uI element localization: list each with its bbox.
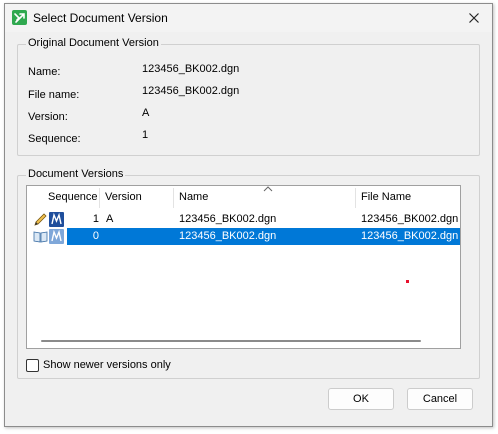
title-bar[interactable]: Select Document Version [5,4,492,32]
book-icon [33,231,48,243]
microstation-icon [49,229,64,244]
file-name-label: File name: [28,89,80,101]
column-header-sequence[interactable]: Sequence [43,186,99,210]
sequence-label: Sequence: [28,133,81,145]
marker-dot [406,280,409,283]
table-row[interactable]: 1 A 123456_BK002.dgn 123456_BK002.dgn [27,211,460,228]
show-newer-versions-checkbox[interactable] [26,359,39,372]
column-header-file-name[interactable]: File Name [356,186,461,210]
original-version-legend: Original Document Version [26,37,161,49]
versions-list[interactable]: Sequence Version Name File Name 1 A 1234… [26,185,461,349]
window-title: Select Document Version [33,11,168,25]
name-value: 123456_BK002.dgn [142,63,240,75]
document-versions-legend: Document Versions [26,168,126,180]
cancel-button[interactable]: Cancel [407,388,473,410]
document-versions-group: Document Versions Sequence Version Name … [17,168,480,379]
row-name: 123456_BK002.dgn [179,213,277,225]
version-value: A [142,107,150,119]
row-name: 123456_BK002.dgn [179,230,277,242]
column-header-version[interactable]: Version [100,186,173,210]
select-document-version-dialog: Select Document Version Original Documen… [4,3,493,427]
original-version-group: Original Document Version Name: 123456_B… [17,37,480,156]
pencil-icon [34,213,47,226]
microstation-icon [49,212,64,227]
horizontal-scrollbar[interactable] [27,334,460,348]
row-version: A [106,213,114,225]
row-file-name: 123456_BK002.dgn [361,230,459,242]
list-header: Sequence Version Name File Name [27,186,460,210]
app-icon [12,10,27,25]
table-row-selected[interactable]: 0 123456_BK002.dgn 123456_BK002.dgn [27,228,460,245]
scrollbar-thumb[interactable] [41,340,421,342]
version-label: Version: [28,111,68,123]
row-sequence: 0 [92,230,99,242]
show-newer-versions-label[interactable]: Show newer versions only [43,359,171,371]
name-label: Name: [28,66,61,78]
row-file-name: 123456_BK002.dgn [361,213,459,225]
sort-ascending-icon [263,186,273,192]
file-name-value: 123456_BK002.dgn [142,85,240,97]
row-sequence: 1 [92,213,99,225]
sequence-value: 1 [142,129,149,141]
ok-button[interactable]: OK [328,388,394,410]
close-icon[interactable] [466,10,482,26]
